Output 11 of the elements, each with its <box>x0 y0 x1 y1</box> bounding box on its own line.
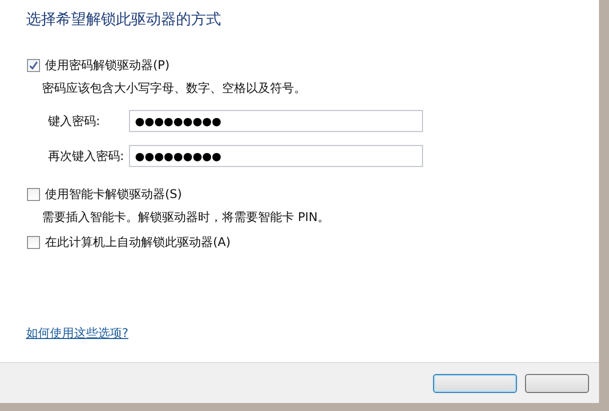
checkbox-label[interactable]: 使用密码解锁驱动器(P) <box>45 56 170 74</box>
option-description: 密码应该包含大小写字母、数字、空格以及符号。 <box>42 80 307 96</box>
password-field[interactable]: ●●●●●●●●● <box>129 110 423 132</box>
help-link[interactable]: 如何使用这些选项? <box>26 325 128 342</box>
dialog-heading: 选择希望解锁此驱动器的方式 <box>26 10 222 30</box>
option-description: 需要插入智能卡。解锁驱动器时，将需要智能卡 PIN。 <box>42 209 331 225</box>
checkbox-label[interactable]: 在此计算机上自动解锁此驱动器(A) <box>45 234 231 250</box>
password-field[interactable]: ●●●●●●●●● <box>129 145 423 167</box>
field-label: 再次键入密码: <box>48 148 126 164</box>
field-label: 键入密码: <box>48 112 102 130</box>
checkbox-label[interactable]: 使用智能卡解锁驱动器(S) <box>45 186 182 202</box>
